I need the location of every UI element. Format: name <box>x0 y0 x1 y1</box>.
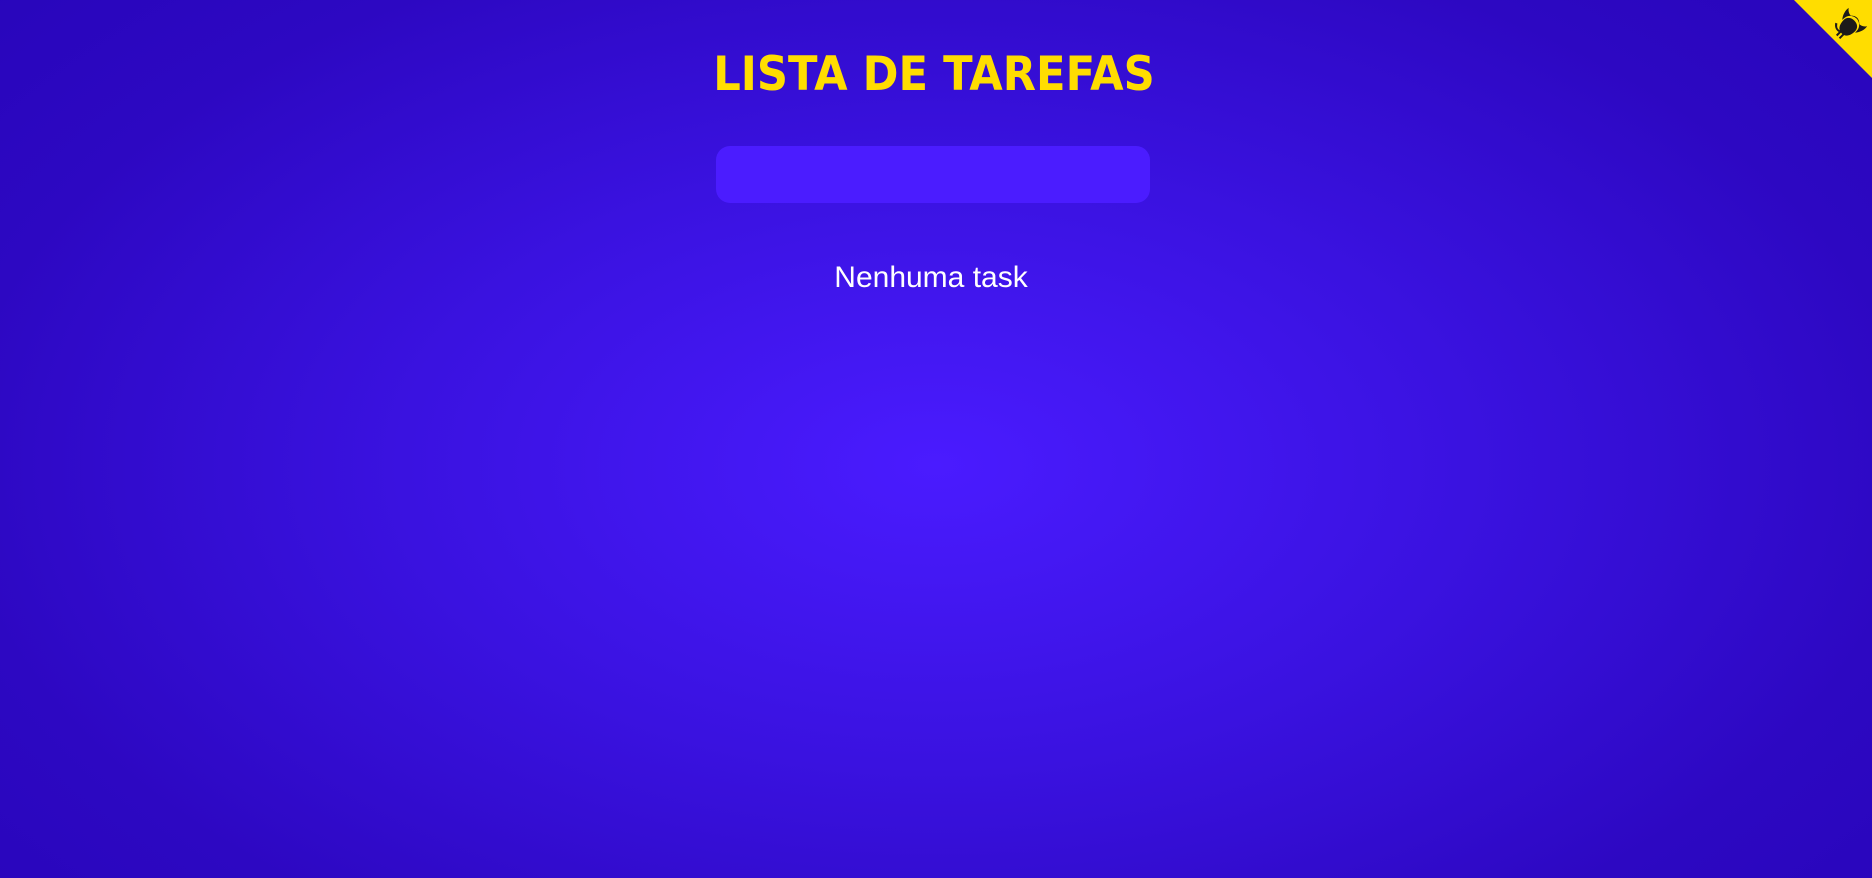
github-corner-link[interactable] <box>1794 0 1872 78</box>
empty-task-message: Nenhuma task <box>834 261 1028 294</box>
task-input[interactable] <box>716 146 1150 203</box>
todo-app: LISTA DE TAREFAS Nenhuma task <box>0 0 1872 878</box>
github-corner-ribbon <box>1794 0 1872 78</box>
page-title: LISTA DE TAREFAS <box>713 47 1155 102</box>
